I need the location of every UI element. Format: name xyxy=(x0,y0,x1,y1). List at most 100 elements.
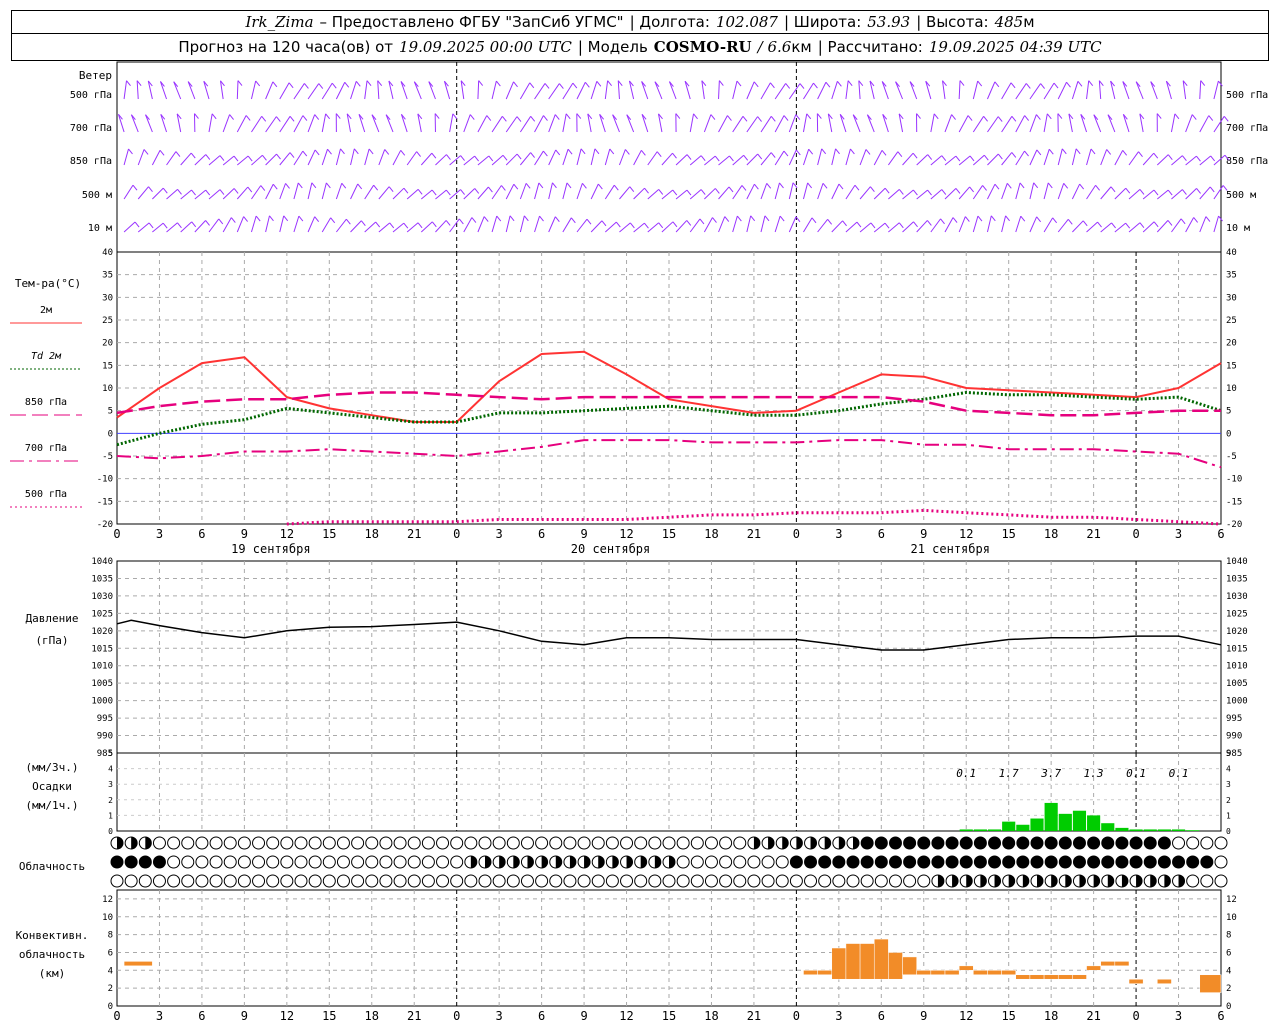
wind-barb xyxy=(987,116,999,133)
wind-barb xyxy=(1071,183,1081,200)
cloud-fill xyxy=(966,875,973,887)
wind-barb-feather xyxy=(496,215,502,222)
x-tick-label: 6 xyxy=(538,527,545,541)
wind-barb xyxy=(618,149,626,166)
wind-barb xyxy=(873,187,886,200)
wind-barb-feather xyxy=(218,218,224,225)
wind-barb-feather xyxy=(1205,216,1211,222)
precip-3h-label: 0.1 xyxy=(1169,767,1189,780)
cloud-circle xyxy=(577,836,591,850)
wind-barb-feather xyxy=(1200,80,1206,86)
cloud-circle xyxy=(167,855,181,869)
wind-barb-feather xyxy=(913,221,918,228)
wind-barb-feather xyxy=(997,116,1003,122)
wind-barb xyxy=(788,182,794,200)
x-tick-label: 21 xyxy=(747,527,761,541)
cloud-circle xyxy=(563,836,577,850)
wind-barb xyxy=(1114,150,1124,166)
wind-barb xyxy=(420,152,433,166)
cloud-circle xyxy=(662,836,676,850)
wind-barb xyxy=(760,215,766,233)
wind-barb xyxy=(406,151,417,166)
wind-barb-feather xyxy=(478,80,484,86)
wind-barb-feather xyxy=(658,189,664,195)
wind-barb xyxy=(1057,81,1067,100)
wind-barb xyxy=(562,82,574,100)
cloud-circle xyxy=(506,836,520,850)
cloud-fill xyxy=(470,856,477,868)
wind-barb-feather xyxy=(926,220,932,226)
wind-barb-feather xyxy=(318,83,324,89)
wind-barb xyxy=(534,150,544,166)
wind-barb xyxy=(930,189,943,200)
cloud-circle xyxy=(450,874,464,888)
wind-barb xyxy=(1171,189,1183,200)
wind-barb xyxy=(930,155,943,166)
wind-barb xyxy=(1185,217,1195,233)
wind-barb xyxy=(647,222,660,233)
wind-barb-feather xyxy=(488,186,493,193)
wind-barb xyxy=(1213,116,1225,133)
wind-barb xyxy=(449,189,461,200)
wind-barb xyxy=(902,221,914,233)
wind-barb xyxy=(873,222,886,233)
wind-barb-feather xyxy=(205,189,211,196)
wind-barb-feather xyxy=(955,188,961,194)
wind-barb xyxy=(180,221,193,233)
wind-barb xyxy=(831,148,837,166)
wind-barb xyxy=(604,184,615,200)
wind-barb xyxy=(1093,114,1102,133)
wind-barb-feather xyxy=(807,182,813,189)
conv-cloud-bar xyxy=(831,947,847,980)
precip-title-2: Осадки xyxy=(32,780,72,793)
cloud-fill xyxy=(499,856,506,868)
wind-barb xyxy=(350,183,359,200)
cloud-circle xyxy=(620,874,634,888)
wind-barb xyxy=(449,155,461,166)
precip-3h-label: 3.7 xyxy=(1040,767,1061,780)
x-tick-label: 0 xyxy=(793,527,800,541)
wind-barb xyxy=(1086,80,1090,100)
cloud-circle xyxy=(209,836,223,850)
cloud-circle xyxy=(478,874,492,888)
cloud-fill xyxy=(1045,856,1058,868)
x-tick-label: 0 xyxy=(113,1009,120,1023)
wind-barb-feather xyxy=(1048,148,1054,155)
wind-barb-feather xyxy=(272,183,278,190)
wind-barb-feather xyxy=(1139,222,1145,229)
legend-label: 850 гПа xyxy=(25,397,67,408)
wind-barb-feather xyxy=(854,184,860,191)
wind-barb xyxy=(1213,185,1224,200)
wind-barb xyxy=(703,217,713,233)
wind-barb xyxy=(873,150,883,166)
wind-barb xyxy=(321,217,332,233)
cloud-fill xyxy=(810,837,817,849)
wind-barb xyxy=(641,114,649,133)
wind-barb-feather xyxy=(712,217,717,223)
wind-barb-feather xyxy=(754,183,759,190)
wind-barb xyxy=(576,148,582,166)
cloud-circle xyxy=(492,874,506,888)
wind-barb-feather xyxy=(1167,220,1173,226)
wind-barb xyxy=(265,153,277,166)
cloud-circle xyxy=(605,836,619,850)
wind-barb xyxy=(123,184,134,200)
cloud-circle xyxy=(846,874,860,888)
wind-barb-feather xyxy=(501,185,506,191)
conv-cloud-bar xyxy=(1072,974,1087,980)
wind-barb-feather xyxy=(672,221,678,228)
cloud-circle xyxy=(152,874,166,888)
wind-barb xyxy=(1029,83,1042,100)
wind-barb-feather xyxy=(898,189,904,195)
wind-barb xyxy=(377,80,380,100)
wind-barb xyxy=(987,81,996,100)
wind-level-label: 500 м xyxy=(82,190,112,201)
wind-barb-feather xyxy=(912,152,918,159)
temperature-panel: -20 -20 -15 -15 -10 -10 -5 -5 0 0 5 5 10 10 15 15 20 20 25… xyxy=(10,248,1242,530)
conv-title-1: Конвективн. xyxy=(16,929,89,942)
cloud-circle xyxy=(181,836,195,850)
wind-barb-feather xyxy=(1153,152,1159,159)
wind-barb xyxy=(194,154,207,166)
y-tick-label: 1025 xyxy=(1226,609,1248,619)
conv-cloud-bar xyxy=(1199,974,1222,993)
